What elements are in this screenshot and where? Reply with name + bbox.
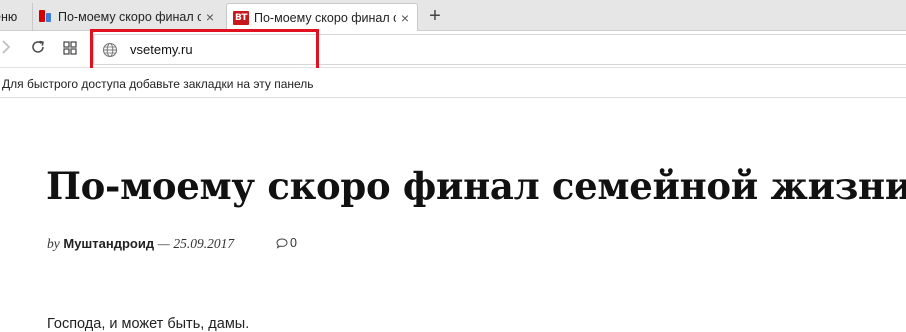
comment-count: 0 <box>290 236 297 250</box>
bookmarks-hint: Для быстрого доступа добавьте закладки н… <box>2 77 314 91</box>
grid-icon <box>63 41 77 55</box>
author-link[interactable]: Муштандроид <box>63 236 154 251</box>
address-bar[interactable]: vsetemy.ru <box>93 34 906 65</box>
chevron-right-icon <box>2 40 11 54</box>
comment-icon <box>276 237 288 249</box>
tab-truncated-label: еню <box>0 10 18 24</box>
new-tab-button[interactable]: + <box>424 4 446 28</box>
tab-active-article[interactable]: ВТ По-моему скоро финал с × <box>226 3 418 32</box>
tab-close-icon[interactable]: × <box>396 10 414 26</box>
forward-button[interactable] <box>0 39 16 59</box>
comments-link[interactable]: 0 <box>276 236 297 250</box>
byline-prefix: by <box>47 236 60 251</box>
date-separator: — <box>157 236 170 251</box>
yandex-favicon-icon <box>39 9 53 25</box>
vt-favicon-icon: ВТ <box>233 11 249 25</box>
tabs-grid-button[interactable] <box>60 39 80 59</box>
article-lead: Господа, и может быть, дамы. <box>47 316 250 332</box>
tab-label: По-моему скоро финал с <box>254 11 396 25</box>
tab-label: По-моему скоро финал с <box>58 10 201 24</box>
tab-close-icon[interactable]: × <box>201 9 219 25</box>
url-text[interactable]: vsetemy.ru <box>130 42 193 57</box>
tab-strip: еню По-моему скоро финал с × ВТ По-моему… <box>0 0 906 32</box>
globe-icon <box>102 42 118 58</box>
reload-icon <box>32 40 44 53</box>
post-date[interactable]: 25.09.2017 <box>173 236 234 251</box>
tab-yandex-article[interactable]: По-моему скоро финал с × <box>32 3 222 31</box>
tab-truncated[interactable]: еню <box>0 3 30 31</box>
reload-button[interactable] <box>28 39 48 59</box>
article-title[interactable]: По-моему скоро финал семейной жизни <box>46 164 906 208</box>
browser-toolbar: vsetemy.ru <box>0 31 906 68</box>
article-meta: by Муштандроид — 25.09.2017 <box>47 236 234 252</box>
bookmarks-bar: Для быстрого доступа добавьте закладки н… <box>0 68 906 98</box>
